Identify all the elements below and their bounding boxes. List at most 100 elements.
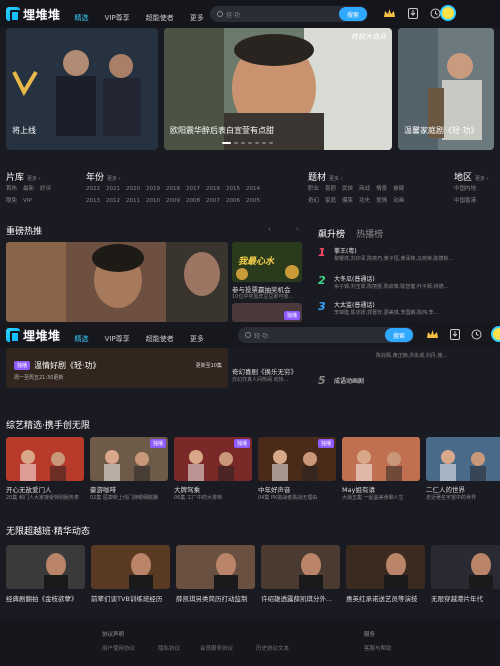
- featured-main-card-bottom[interactable]: 独播 温情好剧《轻·功》 周一至周五21:30更新 更新至10集: [6, 348, 228, 388]
- download-icon[interactable]: [448, 328, 461, 341]
- search-input[interactable]: 轻·功: [226, 10, 240, 19]
- tag[interactable]: 2020: [126, 186, 140, 192]
- logo[interactable]: 埋堆堆: [6, 327, 61, 344]
- tag[interactable]: 喜剧: [325, 186, 336, 192]
- variety-card[interactable]: [342, 437, 420, 481]
- variety-card[interactable]: 独播: [174, 437, 252, 481]
- logo[interactable]: 埋堆堆: [6, 6, 61, 23]
- short-video-card[interactable]: [346, 545, 425, 589]
- short-video-card[interactable]: [176, 545, 255, 589]
- crown-icon[interactable]: [426, 328, 439, 341]
- tag[interactable]: 2018: [166, 186, 180, 192]
- nav-item-vip[interactable]: VIP尊享: [105, 335, 130, 343]
- tag[interactable]: 最新: [23, 186, 34, 192]
- variety-card[interactable]: 独播: [90, 437, 168, 481]
- tab-rising[interactable]: 飙升榜: [318, 230, 345, 240]
- footer-link[interactable]: 历史协议文本: [256, 644, 289, 652]
- featured-main-card[interactable]: [6, 242, 228, 322]
- search-box[interactable]: 轻·功 搜索: [210, 6, 368, 22]
- tag[interactable]: 家庭: [325, 198, 336, 204]
- carousel-dot[interactable]: [241, 142, 245, 144]
- tag[interactable]: 2014: [246, 186, 260, 192]
- more-link[interactable]: 更多 ›: [329, 175, 343, 182]
- footer-link[interactable]: 用户使用协议: [102, 644, 135, 652]
- variety-card[interactable]: [6, 437, 84, 481]
- tab-popular[interactable]: 热播榜: [356, 230, 383, 240]
- tag[interactable]: 2019: [146, 186, 160, 192]
- short-video-card[interactable]: [261, 545, 340, 589]
- tag[interactable]: 2017: [186, 186, 200, 192]
- search-input[interactable]: 轻·功: [254, 331, 268, 340]
- carousel-dot[interactable]: [222, 142, 231, 144]
- carousel-dot[interactable]: [262, 142, 266, 144]
- tag[interactable]: 2009: [166, 198, 180, 204]
- tag[interactable]: 爱情: [376, 198, 387, 204]
- tag[interactable]: 2011: [126, 198, 140, 204]
- side-card[interactable]: 我最心水: [232, 242, 302, 282]
- tag[interactable]: 2006: [226, 198, 240, 204]
- tag[interactable]: VIP: [23, 198, 32, 204]
- tag[interactable]: 动画: [393, 198, 404, 204]
- search-icon: [217, 11, 223, 17]
- footer-link[interactable]: 客服与帮助: [364, 644, 392, 652]
- tag[interactable]: 职业: [308, 186, 319, 192]
- tag[interactable]: 2007: [206, 198, 220, 204]
- footer-link[interactable]: 隐私协议: [158, 644, 180, 652]
- avatar[interactable]: [440, 5, 456, 21]
- tag[interactable]: 情景: [376, 186, 387, 192]
- footer-link[interactable]: 会员服务协议: [200, 644, 233, 652]
- crown-icon[interactable]: [383, 7, 396, 20]
- nav-item-vip[interactable]: VIP尊享: [105, 14, 130, 22]
- tag[interactable]: 悬疑: [393, 186, 404, 192]
- tag[interactable]: 中国香港: [454, 198, 476, 204]
- tag[interactable]: 2012: [106, 198, 120, 204]
- nav-item-more[interactable]: 更多: [190, 14, 204, 22]
- tag[interactable]: 2016: [206, 186, 220, 192]
- more-link[interactable]: 更多 ›: [475, 175, 489, 182]
- history-icon[interactable]: [470, 328, 483, 341]
- tag[interactable]: 2005: [246, 198, 260, 204]
- nav-item-featured[interactable]: 精选: [75, 14, 89, 22]
- hero-slide[interactable]: 将上线: [6, 28, 158, 150]
- side-card[interactable]: 独播: [232, 303, 302, 322]
- tag[interactable]: 商战: [359, 186, 370, 192]
- tag[interactable]: 功夫: [359, 198, 370, 204]
- tag[interactable]: 2015: [226, 186, 240, 192]
- avatar[interactable]: [491, 326, 500, 342]
- search-button[interactable]: 搜索: [339, 7, 367, 21]
- download-icon[interactable]: [406, 7, 419, 20]
- carousel-dot[interactable]: [269, 142, 273, 144]
- search-box[interactable]: 轻·功 搜索: [238, 327, 414, 343]
- more-link[interactable]: 更多 ›: [27, 175, 41, 182]
- nav-item-envoy[interactable]: 超能使者: [146, 14, 174, 22]
- tag[interactable]: 好评: [40, 186, 51, 192]
- nav-item-envoy[interactable]: 超能使者: [146, 335, 174, 343]
- carousel-dot[interactable]: [255, 142, 259, 144]
- tag[interactable]: 奇幻: [308, 198, 319, 204]
- tag[interactable]: 2022: [86, 186, 100, 192]
- tag[interactable]: 限免: [6, 198, 17, 204]
- short-video-card[interactable]: [6, 545, 85, 589]
- more-link[interactable]: 更多 ›: [107, 175, 121, 182]
- nav-item-more[interactable]: 更多: [190, 335, 204, 343]
- tag[interactable]: 2013: [86, 198, 100, 204]
- next-arrow-icon[interactable]: ›: [296, 225, 299, 233]
- tag[interactable]: 2008: [186, 198, 200, 204]
- short-video-card[interactable]: [431, 545, 500, 589]
- short-video-card[interactable]: [91, 545, 170, 589]
- carousel-dot[interactable]: [234, 142, 238, 144]
- tag[interactable]: 首热: [6, 186, 17, 192]
- variety-card[interactable]: 独播: [258, 437, 336, 481]
- tag[interactable]: 中国内地: [454, 186, 476, 192]
- variety-card[interactable]: [426, 437, 500, 481]
- hero-slide-main[interactable]: 终极大奇兵 欧阳震华醉后表白宣萱有点甜: [164, 28, 392, 150]
- tag[interactable]: 爆笑: [342, 198, 353, 204]
- tag[interactable]: 2021: [106, 186, 120, 192]
- hero-slide[interactable]: 温馨家庭剧《轻·功》: [398, 28, 494, 150]
- tag[interactable]: 武侠: [342, 186, 353, 192]
- carousel-dot[interactable]: [248, 142, 252, 144]
- prev-arrow-icon[interactable]: ‹: [268, 225, 271, 233]
- nav-item-featured[interactable]: 精选: [75, 335, 89, 343]
- search-button[interactable]: 搜索: [385, 328, 413, 342]
- tag[interactable]: 2010: [146, 198, 160, 204]
